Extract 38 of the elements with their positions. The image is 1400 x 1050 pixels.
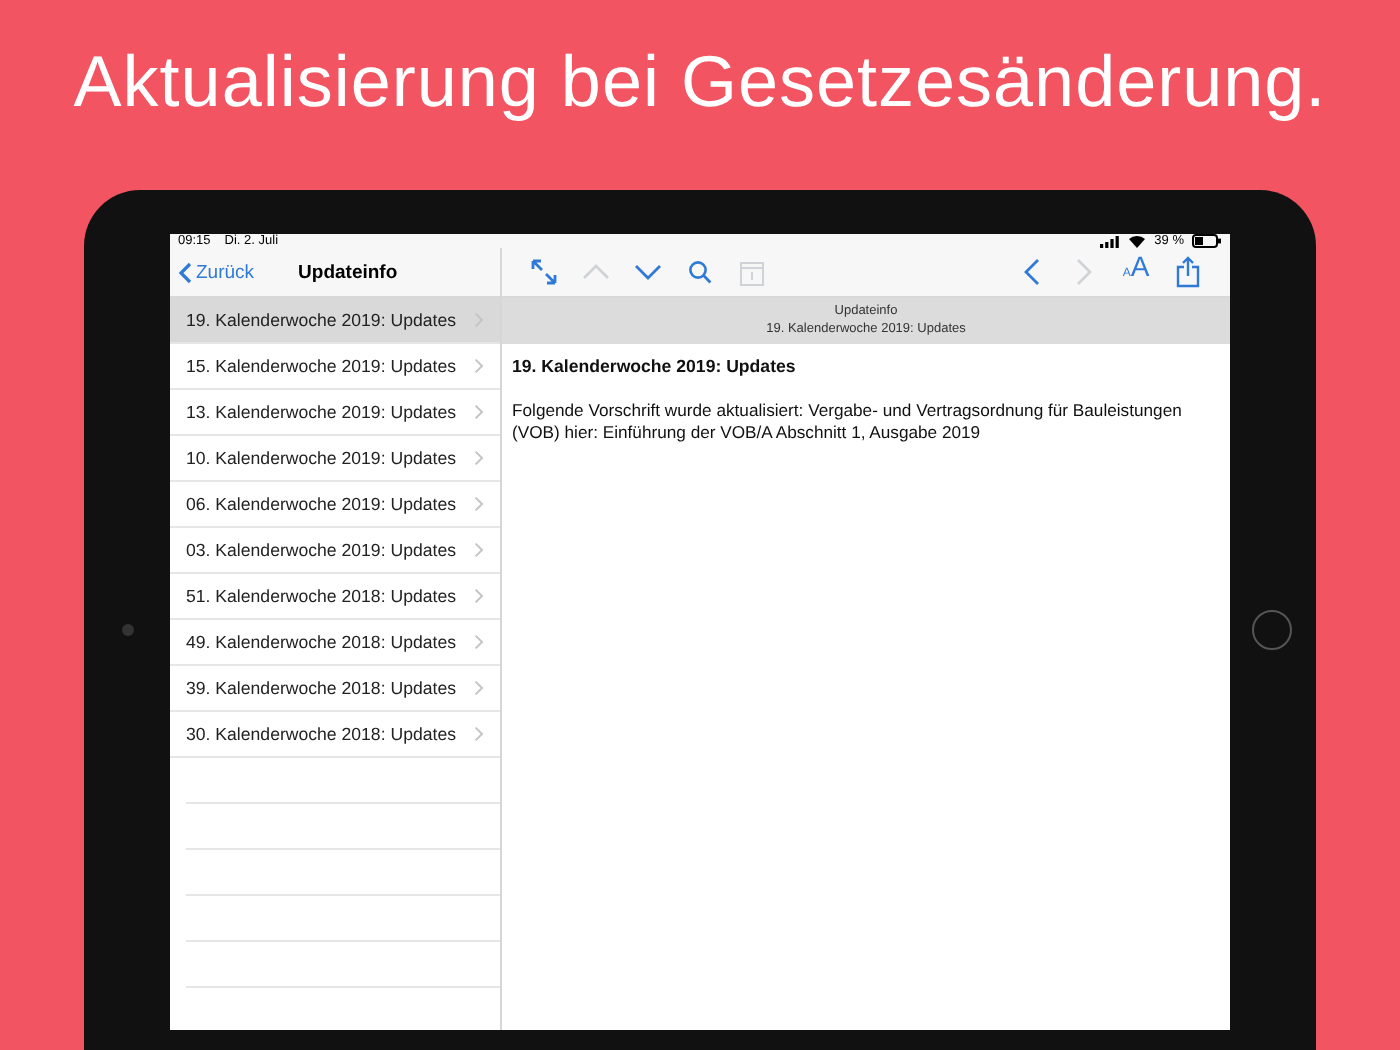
signal-icon — [1100, 235, 1121, 247]
wifi-icon — [1128, 234, 1147, 248]
chevron-right-icon — [474, 726, 484, 742]
chevron-down-icon — [634, 264, 662, 280]
camera-dot — [122, 624, 134, 636]
chevron-right-icon — [474, 542, 484, 558]
detail-heading: 19. Kalenderwoche 2019: Updates — [512, 356, 798, 376]
share-icon — [1176, 256, 1200, 288]
list-item[interactable]: 10. Kalenderwoche 2019: Updates — [170, 436, 500, 482]
chevron-right-icon — [474, 404, 484, 420]
list-item[interactable]: 03. Kalenderwoche 2019: Updates — [170, 528, 500, 574]
chevron-up-icon — [582, 264, 610, 280]
chevron-right-icon — [1076, 258, 1092, 286]
list-item[interactable]: 19. Kalenderwoche 2019: Updates — [170, 298, 500, 344]
list-item[interactable]: 15. Kalenderwoche 2019: Updates — [170, 344, 500, 390]
chevron-right-icon — [474, 680, 484, 696]
home-button[interactable] — [1252, 610, 1292, 650]
list-item[interactable]: 39. Kalenderwoche 2018: Updates — [170, 666, 500, 712]
battery-icon — [1192, 234, 1222, 248]
list-item[interactable]: 30. Kalenderwoche 2018: Updates — [170, 712, 500, 758]
calendar-icon — [740, 259, 764, 285]
list-item[interactable]: 13. Kalenderwoche 2019: Updates — [170, 390, 500, 436]
nav-title: Updateinfo — [298, 261, 398, 283]
list-item[interactable]: 49. Kalenderwoche 2018: Updates — [170, 620, 500, 666]
chevron-right-icon — [474, 634, 484, 650]
chevron-left-icon — [1024, 258, 1040, 286]
chevron-right-icon — [474, 588, 484, 604]
chevron-right-icon — [474, 496, 484, 512]
headline: Aktualisierung bei Gesetzesänderung. — [73, 40, 1327, 126]
chevron-left-icon — [178, 261, 192, 283]
expand-arrows-icon — [530, 258, 558, 286]
search-icon — [688, 260, 712, 284]
back-button[interactable]: Zurück — [170, 261, 263, 283]
detail-text: Folgende Vorschrift wurde aktualisiert: Vergabe- und Vertragsordnung für Bauleistungen (VOB) hier: Einführung der VOB/A Abschnitt 1, Ausgabe 2019 — [512, 400, 1184, 445]
chevron-right-icon — [474, 450, 484, 466]
chevron-right-icon — [474, 358, 484, 374]
list-item[interactable]: 06. Kalenderwoche 2019: Updates — [170, 482, 500, 528]
list-item[interactable]: 51. Kalenderwoche 2018: Updates — [170, 574, 500, 620]
